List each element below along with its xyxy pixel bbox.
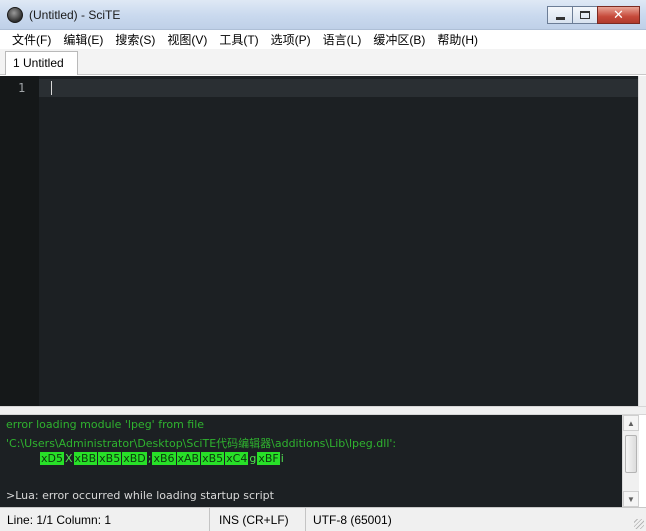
- output-pane[interactable]: error loading module 'lpeg' from file 'C…: [0, 415, 622, 507]
- line-number-gutter[interactable]: 1: [0, 76, 39, 406]
- scroll-up-button[interactable]: ▲: [623, 415, 639, 431]
- status-position: Line: 1/1 Column: 1: [0, 508, 210, 531]
- status-bar: Line: 1/1 Column: 1 INS (CR+LF) UTF-8 (6…: [0, 507, 646, 531]
- garbled-token: xB5: [201, 452, 225, 465]
- garbled-token: xD5: [40, 452, 64, 465]
- output-line-path: 'C:\Users\Administrator\Desktop\SciTE代码编…: [6, 437, 397, 450]
- title-bar: (Untitled) - SciTE ✕: [0, 0, 646, 30]
- menu-buffers[interactable]: 缓冲区(B): [367, 31, 431, 48]
- garbled-token: xBB: [73, 452, 98, 465]
- output-line-garbled: xD5 X xBB xB5 xBD ; xB6 xAB xB5 xC4 g xB…: [40, 452, 285, 465]
- tab-bar: 1 Untitled: [0, 49, 646, 75]
- window-controls: ✕: [547, 6, 640, 24]
- output-right-edge: [639, 415, 646, 507]
- minimize-icon: [555, 16, 565, 20]
- garbled-char: i: [280, 452, 284, 465]
- pane-splitter[interactable]: [0, 406, 646, 415]
- output-line-lua-error: >Lua: error occurred while loading start…: [6, 489, 274, 502]
- close-icon: ✕: [613, 7, 624, 23]
- close-button[interactable]: ✕: [597, 6, 640, 24]
- menu-file[interactable]: 文件(F): [6, 31, 57, 48]
- scroll-down-button[interactable]: ▼: [623, 491, 639, 507]
- garbled-token: xB6: [152, 452, 176, 465]
- status-encoding: UTF-8 (65001): [313, 513, 392, 527]
- output-line-error: error loading module 'lpeg' from file: [6, 418, 205, 431]
- garbled-token: xBF: [257, 452, 280, 465]
- menu-options[interactable]: 选项(P): [265, 31, 317, 48]
- current-line-highlight: [39, 79, 638, 97]
- tab-untitled[interactable]: 1 Untitled: [5, 51, 78, 75]
- editor-right-edge: [638, 76, 646, 406]
- menu-tools[interactable]: 工具(T): [213, 31, 264, 48]
- maximize-icon: [580, 11, 590, 19]
- scite-app-icon[interactable]: [7, 7, 23, 23]
- line-number: 1: [18, 81, 26, 95]
- window-title: (Untitled) - SciTE: [29, 8, 121, 22]
- scroll-thumb[interactable]: [625, 435, 637, 473]
- garbled-char: ;: [147, 452, 152, 465]
- resize-grip-icon[interactable]: [634, 519, 644, 529]
- garbled-token: xBD: [122, 452, 147, 465]
- menu-help[interactable]: 帮助(H): [431, 31, 484, 48]
- menu-search[interactable]: 搜索(S): [109, 31, 161, 48]
- garbled-token: xB5: [98, 452, 122, 465]
- text-caret: [51, 81, 52, 95]
- garbled-token: xAB: [176, 452, 201, 465]
- garbled-char: X: [64, 452, 73, 465]
- editor-pane[interactable]: 1: [0, 76, 638, 406]
- menu-bar: 文件(F) 编辑(E) 搜索(S) 视图(V) 工具(T) 选项(P) 语言(L…: [0, 30, 646, 49]
- arrow-down-icon: ▼: [627, 494, 635, 504]
- status-eol-mode: INS (CR+LF): [210, 508, 306, 531]
- menu-view[interactable]: 视图(V): [161, 31, 213, 48]
- menu-language[interactable]: 语言(L): [317, 31, 368, 48]
- garbled-char: g: [249, 452, 257, 465]
- minimize-button[interactable]: [547, 6, 573, 24]
- arrow-up-icon: ▲: [627, 418, 635, 428]
- menu-edit[interactable]: 编辑(E): [57, 31, 109, 48]
- garbled-token: xC4: [225, 452, 249, 465]
- output-scrollbar[interactable]: ▲ ▼: [622, 415, 639, 507]
- maximize-button[interactable]: [572, 6, 598, 24]
